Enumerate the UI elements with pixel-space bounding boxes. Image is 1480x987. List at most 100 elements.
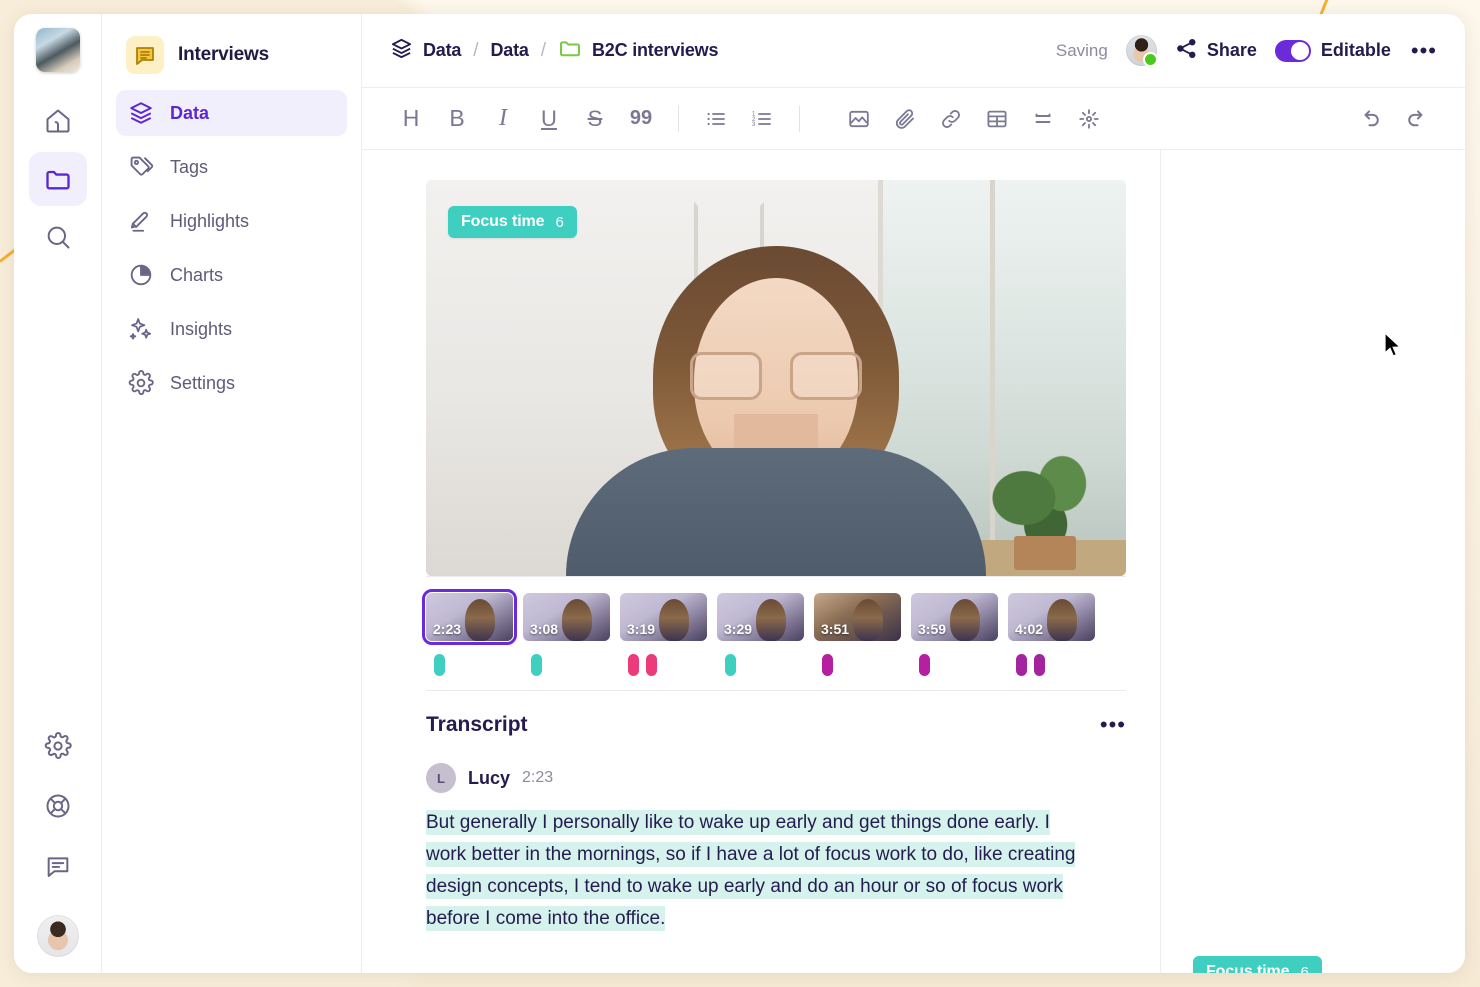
gear-icon <box>44 732 72 760</box>
table-icon[interactable] <box>974 99 1020 139</box>
share-label: Share <box>1206 40 1257 60</box>
sidebar-item-data[interactable]: Data <box>116 90 347 136</box>
sidebar-item-settings[interactable]: Settings <box>116 360 347 406</box>
rail-item-settings[interactable] <box>29 719 87 773</box>
project-header[interactable]: Interviews <box>116 32 347 90</box>
video-thumbnail[interactable]: 2:23 <box>422 589 517 645</box>
thumbnail-cell: 3:59 <box>911 593 1008 676</box>
transcript-text[interactable]: But generally I personally like to wake … <box>426 807 1076 935</box>
breadcrumb-separator: / <box>473 39 479 61</box>
thumbnail-cell: 2:23 <box>422 589 523 676</box>
heading-icon[interactable]: H <box>388 99 434 139</box>
chat-icon <box>44 852 72 880</box>
thumbnail-timestamp: 2:23 <box>433 621 462 637</box>
editable-toggle[interactable]: Editable <box>1274 39 1391 62</box>
divider-icon[interactable] <box>1020 99 1066 139</box>
transcript-highlight[interactable]: But generally I personally like to wake … <box>426 810 1076 931</box>
video-thumbnail[interactable]: 4:02 <box>1008 593 1095 641</box>
avatar[interactable] <box>36 915 79 957</box>
rail-item-feedback[interactable] <box>29 839 87 893</box>
tag-dot[interactable] <box>1034 654 1045 676</box>
thumbnail-tag-dots <box>620 654 717 676</box>
document-header: Data / Data / B2C interviews Saving Shar… <box>362 14 1465 88</box>
share-button[interactable]: Share <box>1175 37 1257 65</box>
speaker-timestamp[interactable]: 2:23 <box>522 769 553 787</box>
attachment-icon[interactable] <box>882 99 928 139</box>
workspace-thumbnail[interactable] <box>35 28 80 72</box>
sidebar-item-label: Insights <box>170 318 233 339</box>
thumbnail-timestamp: 3:29 <box>724 621 753 637</box>
focus-time-badge-label: Focus time <box>461 213 545 230</box>
thumbnail-tag-dots <box>1008 654 1105 676</box>
tag-dot[interactable] <box>1016 654 1027 676</box>
sidebar-item-charts[interactable]: Charts <box>116 252 347 298</box>
italic-icon[interactable]: I <box>480 99 526 139</box>
video-thumbnail[interactable]: 3:51 <box>814 593 901 641</box>
content-row: Focus time 6 2:23 3:08 3:19 3:29 3:51 3:… <box>362 150 1465 973</box>
breadcrumb-item-1[interactable]: Data <box>491 40 529 61</box>
breadcrumb-item-0[interactable]: Data <box>390 37 461 65</box>
document-column: Focus time 6 2:23 3:08 3:19 3:29 3:51 3:… <box>362 150 1161 973</box>
annotation-gutter: Focus time 6 <box>1161 150 1465 973</box>
sidebar-item-label: Charts <box>170 264 224 285</box>
rail-item-help[interactable] <box>29 779 87 833</box>
sidebar-item-highlights[interactable]: Highlights <box>116 198 347 244</box>
sidebar-item-label: Tags <box>170 156 209 177</box>
sidebar-item-tags[interactable]: Tags <box>116 144 347 190</box>
undo-icon[interactable] <box>1347 99 1393 139</box>
tag-icon <box>128 154 154 180</box>
strikethrough-icon[interactable]: S <box>572 99 618 139</box>
sidebar-item-label: Settings <box>170 372 236 393</box>
thumbnail-timestamp: 3:08 <box>530 621 559 637</box>
focus-time-badge[interactable]: Focus time 6 <box>448 206 577 238</box>
sidebar-item-label: Highlights <box>170 210 250 231</box>
sidebar-item-insights[interactable]: Insights <box>116 306 347 352</box>
thumbnail-timestamp: 3:51 <box>821 621 850 637</box>
link-icon[interactable] <box>928 99 974 139</box>
image-icon[interactable] <box>836 99 882 139</box>
more-options-button[interactable]: ••• <box>1409 39 1439 61</box>
bulleted-list-icon[interactable] <box>693 99 739 139</box>
toolbar-divider <box>678 105 679 132</box>
redo-icon[interactable] <box>1393 99 1439 139</box>
bold-icon[interactable]: B <box>434 99 480 139</box>
video-thumbnail[interactable]: 3:29 <box>717 593 804 641</box>
magic-icon[interactable] <box>1066 99 1112 139</box>
sparkles-icon <box>128 316 154 342</box>
speaker-avatar: L <box>426 763 456 793</box>
collaborator-avatar[interactable] <box>1125 35 1158 67</box>
rail-item-home[interactable] <box>29 94 87 148</box>
video-thumbnail[interactable]: 3:59 <box>911 593 998 641</box>
video-thumbnail[interactable]: 3:08 <box>523 593 610 641</box>
tag-dot[interactable] <box>822 654 833 676</box>
focus-time-badge[interactable]: Focus time 6 <box>1193 956 1322 973</box>
tag-dot[interactable] <box>628 654 639 676</box>
toggle-switch[interactable] <box>1274 39 1311 62</box>
svg-text:3: 3 <box>752 122 756 128</box>
home-icon <box>44 107 72 135</box>
video-thumbnail[interactable]: 3:19 <box>620 593 707 641</box>
thumbnail-tag-dots <box>717 654 814 676</box>
numbered-list-icon[interactable]: 1 2 3 <box>739 99 785 139</box>
tag-dot[interactable] <box>434 654 445 676</box>
speech-bubble-icon <box>126 36 164 74</box>
gear-icon <box>128 370 154 396</box>
rail-item-search[interactable] <box>29 210 87 264</box>
folder-icon <box>558 36 582 65</box>
tag-dot[interactable] <box>919 654 930 676</box>
thumbnail-cell: 4:02 <box>1008 593 1105 676</box>
quote-icon[interactable]: 99 <box>618 99 664 139</box>
transcript-header: Transcript ••• <box>426 713 1126 737</box>
breadcrumb-item-2[interactable]: B2C interviews <box>558 36 718 65</box>
tag-dot[interactable] <box>725 654 736 676</box>
layers-icon <box>128 100 154 126</box>
saving-status: Saving <box>1055 40 1108 60</box>
rail-item-projects[interactable] <box>28 152 87 206</box>
video-player[interactable]: Focus time 6 <box>426 180 1126 576</box>
breadcrumb-label: Data <box>490 40 529 60</box>
tag-dot[interactable] <box>531 654 542 676</box>
tag-dot[interactable] <box>646 654 657 676</box>
transcript-more-button[interactable]: ••• <box>1100 714 1126 736</box>
underline-icon[interactable]: U <box>526 99 572 139</box>
thumbnail-timestamp: 3:19 <box>627 621 656 637</box>
